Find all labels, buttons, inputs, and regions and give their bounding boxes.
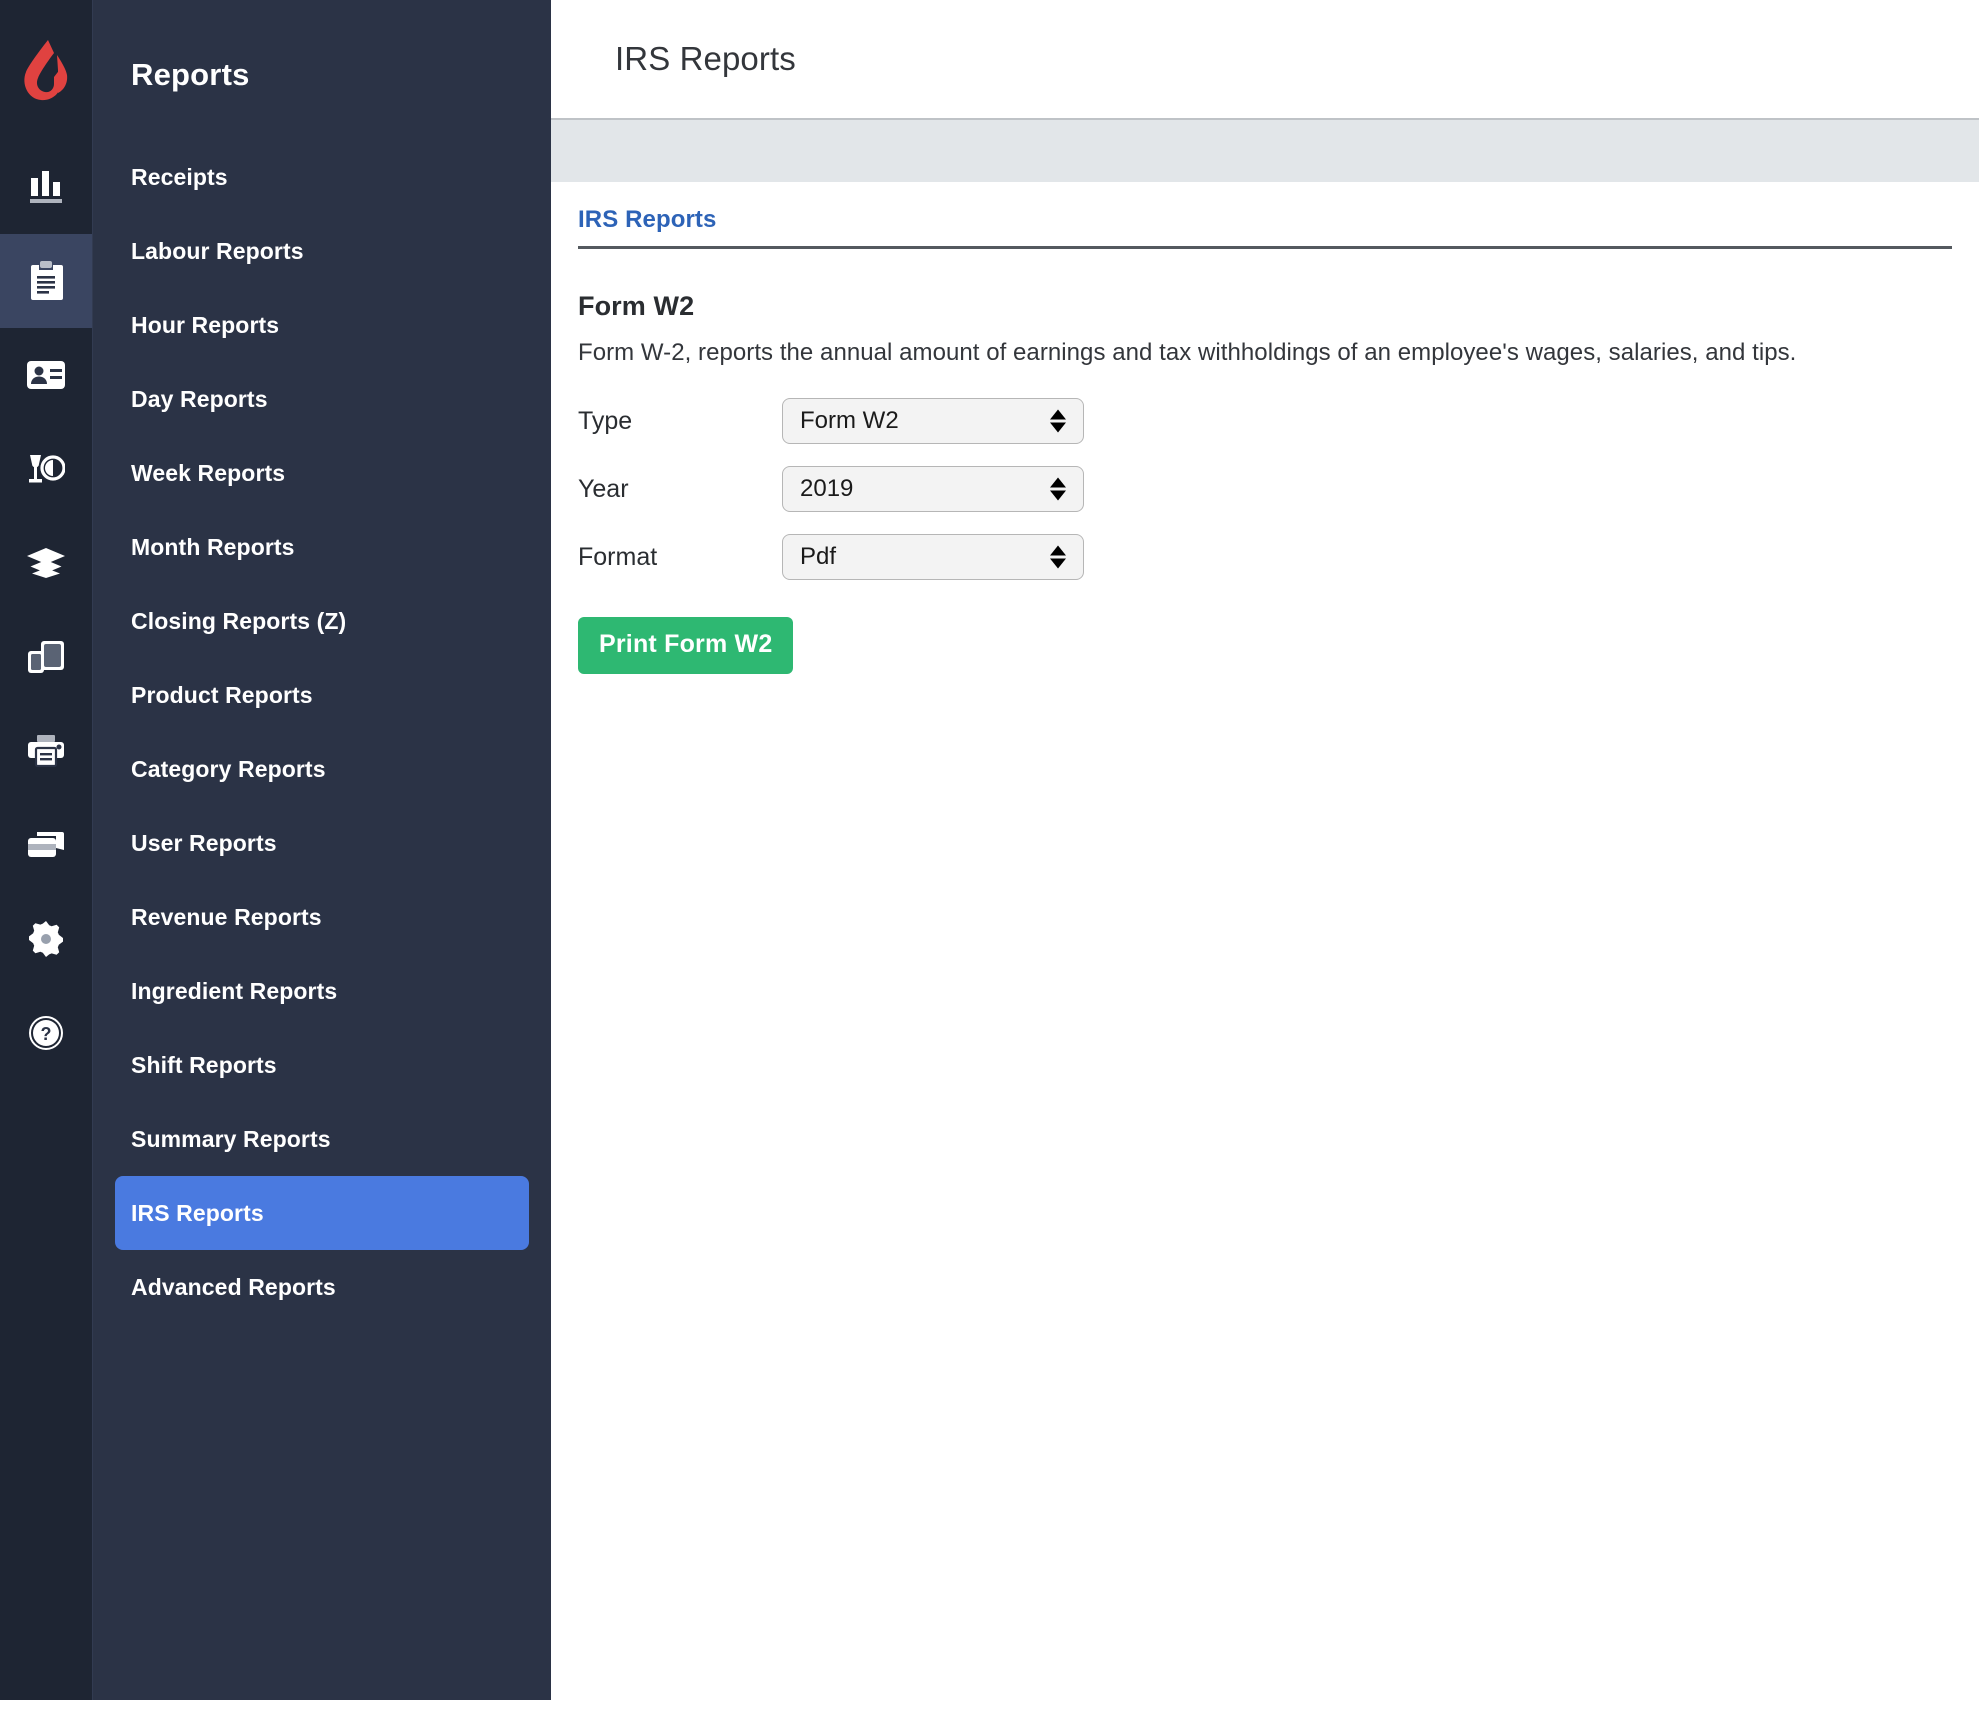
sidebar-item-category-reports[interactable]: Category Reports	[115, 732, 529, 806]
clipboard-icon	[29, 261, 63, 301]
layers-icon	[26, 547, 66, 579]
form-row-format: Format Pdf	[578, 523, 1986, 591]
icon-rail: ?	[0, 0, 92, 1700]
rail-item-contact-card[interactable]	[0, 328, 92, 422]
format-select[interactable]: Pdf	[782, 534, 1084, 580]
form-heading: Form W2	[578, 291, 695, 321]
sidebar-item-irs-reports[interactable]: IRS Reports	[115, 1176, 529, 1250]
form-rows: Type Form W2 Year 2019 Format Pdf	[578, 387, 1986, 591]
form-description: Form W-2, reports the annual amount of e…	[578, 339, 1797, 366]
form-row-type: Type Form W2	[578, 387, 1986, 455]
sidebar-item-week-reports[interactable]: Week Reports	[115, 436, 529, 510]
label-type: Type	[578, 406, 633, 435]
devices-icon	[27, 640, 65, 674]
form-w2-section: Form W2 Form W-2, reports the annual amo…	[578, 249, 1986, 674]
app-root: ? Reports Receipts Labour Reports Hour R…	[0, 0, 1986, 1710]
sidebar-item-advanced-reports[interactable]: Advanced Reports	[115, 1250, 529, 1324]
sidebar-item-closing-reports[interactable]: Closing Reports (Z)	[115, 584, 529, 658]
printer-icon	[27, 735, 65, 767]
type-select-wrap: Form W2	[782, 398, 1084, 444]
sidebar: Reports Receipts Labour Reports Hour Rep…	[92, 0, 551, 1700]
main-panel: IRS Reports IRS Reports Form W2 Form W-2…	[551, 0, 1986, 1710]
form-row-year: Year 2019	[578, 455, 1986, 523]
sidebar-item-ingredient-reports[interactable]: Ingredient Reports	[115, 954, 529, 1028]
page-header: IRS Reports	[551, 0, 1986, 118]
sidebar-item-receipts[interactable]: Receipts	[115, 140, 529, 214]
sidebar-nav: Receipts Labour Reports Hour Reports Day…	[93, 140, 551, 1324]
rail-item-printer[interactable]	[0, 704, 92, 798]
rail-item-cards[interactable]	[0, 798, 92, 892]
cards-icon	[27, 831, 65, 859]
page-title: IRS Reports	[615, 40, 796, 77]
gear-icon	[28, 921, 64, 957]
label-year: Year	[578, 474, 629, 503]
year-select-wrap: 2019	[782, 466, 1084, 512]
sidebar-item-day-reports[interactable]: Day Reports	[115, 362, 529, 436]
sidebar-item-summary-reports[interactable]: Summary Reports	[115, 1102, 529, 1176]
sidebar-item-shift-reports[interactable]: Shift Reports	[115, 1028, 529, 1102]
rail-item-settings[interactable]	[0, 892, 92, 986]
tab-irs-reports[interactable]: IRS Reports	[578, 206, 716, 246]
rail-item-devices[interactable]	[0, 610, 92, 704]
rail-item-help[interactable]: ?	[0, 986, 92, 1080]
sidebar-title: Reports	[131, 57, 250, 92]
print-form-w2-button[interactable]: Print Form W2	[578, 617, 794, 674]
svg-text:?: ?	[41, 1024, 52, 1044]
sidebar-item-month-reports[interactable]: Month Reports	[115, 510, 529, 584]
toolbar-strip	[551, 118, 1979, 182]
rail-item-clipboard[interactable]	[0, 234, 92, 328]
sidebar-item-labour-reports[interactable]: Labour Reports	[115, 214, 529, 288]
dining-plate-icon	[27, 453, 65, 485]
format-select-wrap: Pdf	[782, 534, 1084, 580]
sidebar-item-revenue-reports[interactable]: Revenue Reports	[115, 880, 529, 954]
type-select[interactable]: Form W2	[782, 398, 1084, 444]
rail-item-layers[interactable]	[0, 516, 92, 610]
bar-chart-icon	[28, 170, 64, 204]
content-area: IRS Reports Form W2 Form W-2, reports th…	[551, 182, 1986, 1710]
contact-card-icon	[27, 361, 65, 389]
lightspeed-flame-logo[interactable]	[0, 0, 92, 140]
rail-item-dining[interactable]	[0, 422, 92, 516]
tabbar: IRS Reports	[578, 182, 1952, 249]
label-format: Format	[578, 542, 658, 571]
help-circle-icon: ?	[28, 1015, 64, 1051]
rail-item-bar-chart[interactable]	[0, 140, 92, 234]
sidebar-item-product-reports[interactable]: Product Reports	[115, 658, 529, 732]
year-select[interactable]: 2019	[782, 466, 1084, 512]
sidebar-item-hour-reports[interactable]: Hour Reports	[115, 288, 529, 362]
sidebar-item-user-reports[interactable]: User Reports	[115, 806, 529, 880]
